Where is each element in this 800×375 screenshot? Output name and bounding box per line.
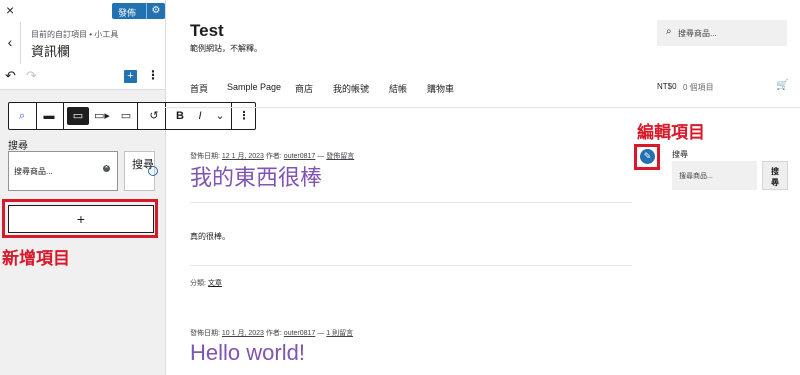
button-icon[interactable]: ▭ [115,103,137,129]
site-title[interactable]: Test [190,21,224,41]
breadcrumb: 目前的自訂項目 • 小工具 [31,30,119,39]
publish-label: 發佈 [118,8,137,18]
post-author-link[interactable]: outer0817 [284,153,316,160]
post-comments-link[interactable]: 1 則留言 [326,330,353,337]
post-author-label: 作者: [265,153,282,160]
add-block-button[interactable]: + [124,70,137,83]
post-divider [190,265,632,266]
customizer-top-bar: × 發佈 ⚙ [0,0,165,23]
post-title[interactable]: Hello world! [190,340,305,366]
header-divider [165,107,800,108]
add-item-annotation: 新增項目 [2,249,70,268]
nav-item-cart[interactable]: 購物車 [427,82,454,95]
transform-icon[interactable]: ↺ [143,103,165,129]
search-block-input[interactable]: 搜尋商品... × [8,151,118,191]
toolbar-divider [36,103,37,129]
search-block-placeholder: 搜尋商品... [14,167,53,176]
post-category-link[interactable]: 文章 [208,280,222,287]
gear-icon[interactable]: ⚙ [146,3,165,19]
search-block-label: 搜尋 [8,141,28,152]
nav-item-home[interactable]: 首頁 [190,82,208,95]
post-meta-label: 發佈日期: [190,330,220,337]
widget-search-placeholder: 搜尋商品... [679,173,713,180]
add-item-button[interactable]: + [8,205,154,233]
widget-search-button[interactable]: 搜尋 [762,161,788,190]
post-title[interactable]: 我的東西很棒 [190,160,322,192]
section-header: ‹ 目前的自訂項目 • 小工具 資訊欄 [0,22,165,65]
post-author-label: 作者: [265,330,282,337]
post-meta: 發佈日期: 10 1 月, 2023 作者: outer0817 — 1 則留言 [190,328,353,338]
back-icon[interactable]: ‹ [0,22,21,64]
section-title: 資訊欄 [31,44,71,59]
meta-separator: — [317,330,325,337]
nav-item-shop[interactable]: 商店 [295,82,313,95]
post-author-link[interactable]: outer0817 [284,330,316,337]
label-toggle-icon[interactable]: ▭ [67,107,89,125]
search-icon: ⌕ [666,26,672,37]
search-block-icon[interactable]: ⌕ [11,103,33,129]
cart-count[interactable]: 0 個項目 [683,82,714,93]
more-options-icon[interactable]: ⋮ [147,68,159,82]
post-divider [190,202,632,203]
editor-actions-row: ↶ ↷ + ⋮ [0,64,165,90]
undo-icon[interactable]: ↶ [5,68,16,84]
toolbar-divider [63,103,64,129]
nav-item-checkout[interactable]: 結帳 [389,82,407,95]
resize-handle-icon[interactable] [148,166,158,176]
site-tagline: 範例網站，不解釋。 [190,44,262,53]
widget-search-input[interactable]: 搜尋商品... [672,161,757,190]
cart-icon[interactable]: 🛒 [776,80,788,91]
publish-button[interactable]: 發佈 ⚙ [112,3,165,19]
header-search-placeholder: 搜尋商品... [678,29,717,38]
nav-item-my-account[interactable]: 我的帳號 [333,82,369,95]
cart-amount[interactable]: NT$0 [657,82,677,91]
redo-icon[interactable]: ↷ [26,68,37,84]
edit-item-annotation: 編輯項目 [637,123,705,142]
post-date-link[interactable]: 12 1 月, 2023 [222,153,264,160]
edit-pencil-icon[interactable]: ✎ [640,149,655,164]
customizer-panel: × 發佈 ⚙ ‹ 目前的自訂項目 • 小工具 資訊欄 ↶ ↷ + ⋮ 搜尋 搜尋… [0,0,166,375]
post-date-link[interactable]: 10 1 月, 2023 [222,330,264,337]
nav-item-sample-page[interactable]: Sample Page [227,82,281,92]
post-category: 分類: 文章 [190,278,222,288]
button-position-icon[interactable]: ▭▸ [91,103,113,129]
post-category-label: 分類: [190,280,206,287]
widget-search-button-label: 搜尋 [771,167,779,187]
widget-title: 搜尋 [672,150,688,159]
clear-icon[interactable]: × [103,165,110,172]
close-icon[interactable]: × [6,2,14,18]
post-body: 真的很棒。 [190,232,230,241]
meta-separator: — [317,153,325,160]
toolbar-divider [137,103,138,129]
header-search-input[interactable]: ⌕ 搜尋商品... [657,20,787,46]
align-icon[interactable]: ▬ [38,103,60,129]
post-meta-label: 發佈日期: [190,153,220,160]
post-comments-link[interactable]: 發佈留言 [326,153,354,160]
